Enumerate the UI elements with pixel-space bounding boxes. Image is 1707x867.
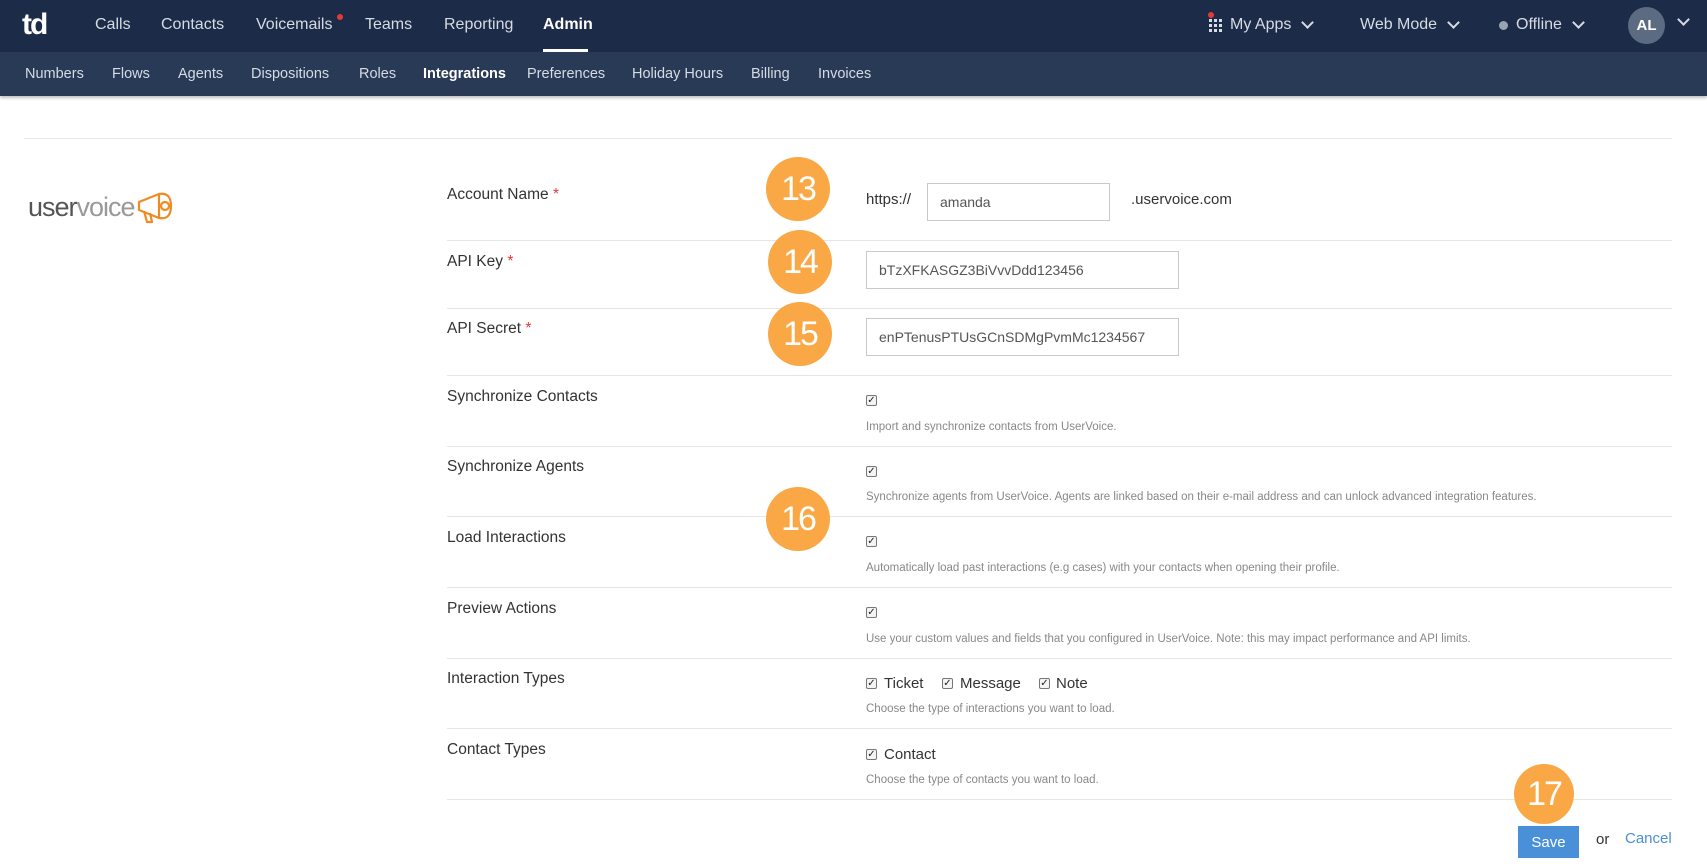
apps-notification-dot <box>1208 12 1214 18</box>
avatar-chevron-down-icon[interactable] <box>1677 13 1690 26</box>
my-apps-label: My Apps <box>1230 16 1292 33</box>
contact-types-help: Choose the type of contacts you want to … <box>866 774 1099 786</box>
row-divider <box>447 587 1672 588</box>
nav-teams[interactable]: Teams <box>365 16 412 34</box>
api-key-label: API Key * <box>447 253 514 270</box>
step-badge-15: 15 <box>768 302 832 366</box>
subnav-roles[interactable]: Roles <box>359 66 396 82</box>
nav-calls[interactable]: Calls <box>95 16 131 34</box>
cancel-link[interactable]: Cancel <box>1625 830 1672 847</box>
api-key-input[interactable] <box>866 251 1179 289</box>
uservoice-logo: user voice <box>28 188 179 226</box>
preview-actions-help: Use your custom values and fields that y… <box>866 633 1471 645</box>
admin-subnav: Numbers Flows Agents Dispositions Roles … <box>0 52 1707 96</box>
contact-types-label: Contact Types <box>447 741 546 758</box>
message-checkbox[interactable]: ✓ <box>942 678 953 689</box>
interaction-types-label: Interaction Types <box>447 670 565 687</box>
chevron-down-icon <box>1572 16 1585 29</box>
row-divider <box>447 658 1672 659</box>
load-interactions-checkbox[interactable]: ✓ <box>866 536 877 547</box>
section-divider <box>24 138 1672 139</box>
preview-actions-checkbox[interactable]: ✓ <box>866 607 877 618</box>
account-name-label: Account Name * <box>447 186 560 203</box>
sync-agents-help: Synchronize agents from UserVoice. Agent… <box>866 491 1537 503</box>
sync-contacts-checkbox[interactable]: ✓ <box>866 395 877 406</box>
account-url-prefix: https:// <box>866 191 912 208</box>
step-badge-17: 17 <box>1514 764 1574 824</box>
uservoice-logo-text-voice: voice <box>76 191 136 222</box>
preview-actions-label: Preview Actions <box>447 600 557 617</box>
row-divider <box>447 799 1672 800</box>
api-secret-input[interactable] <box>866 318 1179 356</box>
status-label: Offline <box>1516 16 1562 33</box>
ticket-option-label: Ticket <box>884 675 924 692</box>
status-menu[interactable]: Offline <box>1499 16 1585 34</box>
sync-contacts-label: Synchronize Contacts <box>447 388 598 405</box>
chevron-down-icon <box>1301 16 1315 29</box>
chevron-down-icon <box>1447 16 1460 29</box>
contact-checkbox[interactable]: ✓ <box>866 749 877 760</box>
save-button[interactable]: Save <box>1518 826 1579 858</box>
load-interactions-label: Load Interactions <box>447 529 566 546</box>
step-badge-16: 16 <box>766 487 830 551</box>
ticket-checkbox[interactable]: ✓ <box>866 678 877 689</box>
row-divider <box>447 240 1672 241</box>
step-badge-13: 13 <box>766 157 830 221</box>
nav-admin[interactable]: Admin <box>543 16 593 34</box>
sync-agents-label: Synchronize Agents <box>447 458 585 475</box>
note-option-label: Note <box>1056 675 1088 692</box>
contact-option-label: Contact <box>884 746 936 763</box>
web-mode-label: Web Mode <box>1360 16 1438 33</box>
my-apps-menu[interactable]: My Apps <box>1209 16 1315 34</box>
subnav-dispositions[interactable]: Dispositions <box>251 66 329 82</box>
subnav-flows[interactable]: Flows <box>112 66 150 82</box>
message-option-label: Message <box>960 675 1021 692</box>
subnav-integrations[interactable]: Integrations <box>423 66 506 82</box>
uservoice-logo-text-user: user <box>28 191 78 222</box>
subnav-holiday-hours[interactable]: Holiday Hours <box>632 66 723 82</box>
web-mode-menu[interactable]: Web Mode <box>1360 16 1460 34</box>
nav-contacts[interactable]: Contacts <box>161 16 224 34</box>
load-interactions-help: Automatically load past interactions (e.… <box>866 562 1340 574</box>
row-divider <box>447 375 1672 376</box>
account-name-input[interactable] <box>927 183 1110 221</box>
subnav-numbers[interactable]: Numbers <box>25 66 84 82</box>
api-secret-label: API Secret * <box>447 320 532 337</box>
sync-contacts-help: Import and synchronize contacts from Use… <box>866 421 1117 433</box>
interaction-types-help: Choose the type of interactions you want… <box>866 703 1115 715</box>
row-divider <box>447 446 1672 447</box>
note-checkbox[interactable]: ✓ <box>1039 678 1050 689</box>
user-avatar[interactable]: AL <box>1628 7 1665 44</box>
subnav-preferences[interactable]: Preferences <box>527 66 605 82</box>
subnav-agents[interactable]: Agents <box>178 66 223 82</box>
account-url-suffix: .uservoice.com <box>1131 191 1232 208</box>
row-divider <box>447 516 1672 517</box>
voicemail-notification-dot <box>337 14 343 20</box>
nav-reporting[interactable]: Reporting <box>444 16 513 34</box>
apps-grid-icon <box>1209 18 1222 32</box>
subnav-billing[interactable]: Billing <box>751 66 790 82</box>
top-navbar: td Calls Contacts Voicemails Teams Repor… <box>0 0 1707 52</box>
or-text: or <box>1596 831 1610 848</box>
sync-agents-checkbox[interactable]: ✓ <box>866 466 877 477</box>
app-logo[interactable]: td <box>22 8 48 42</box>
row-divider <box>447 728 1672 729</box>
nav-voicemails[interactable]: Voicemails <box>256 16 332 34</box>
status-dot-icon <box>1499 20 1508 30</box>
subnav-invoices[interactable]: Invoices <box>818 66 871 82</box>
megaphone-icon <box>137 192 172 224</box>
step-badge-14: 14 <box>768 230 832 294</box>
row-divider <box>447 308 1672 309</box>
